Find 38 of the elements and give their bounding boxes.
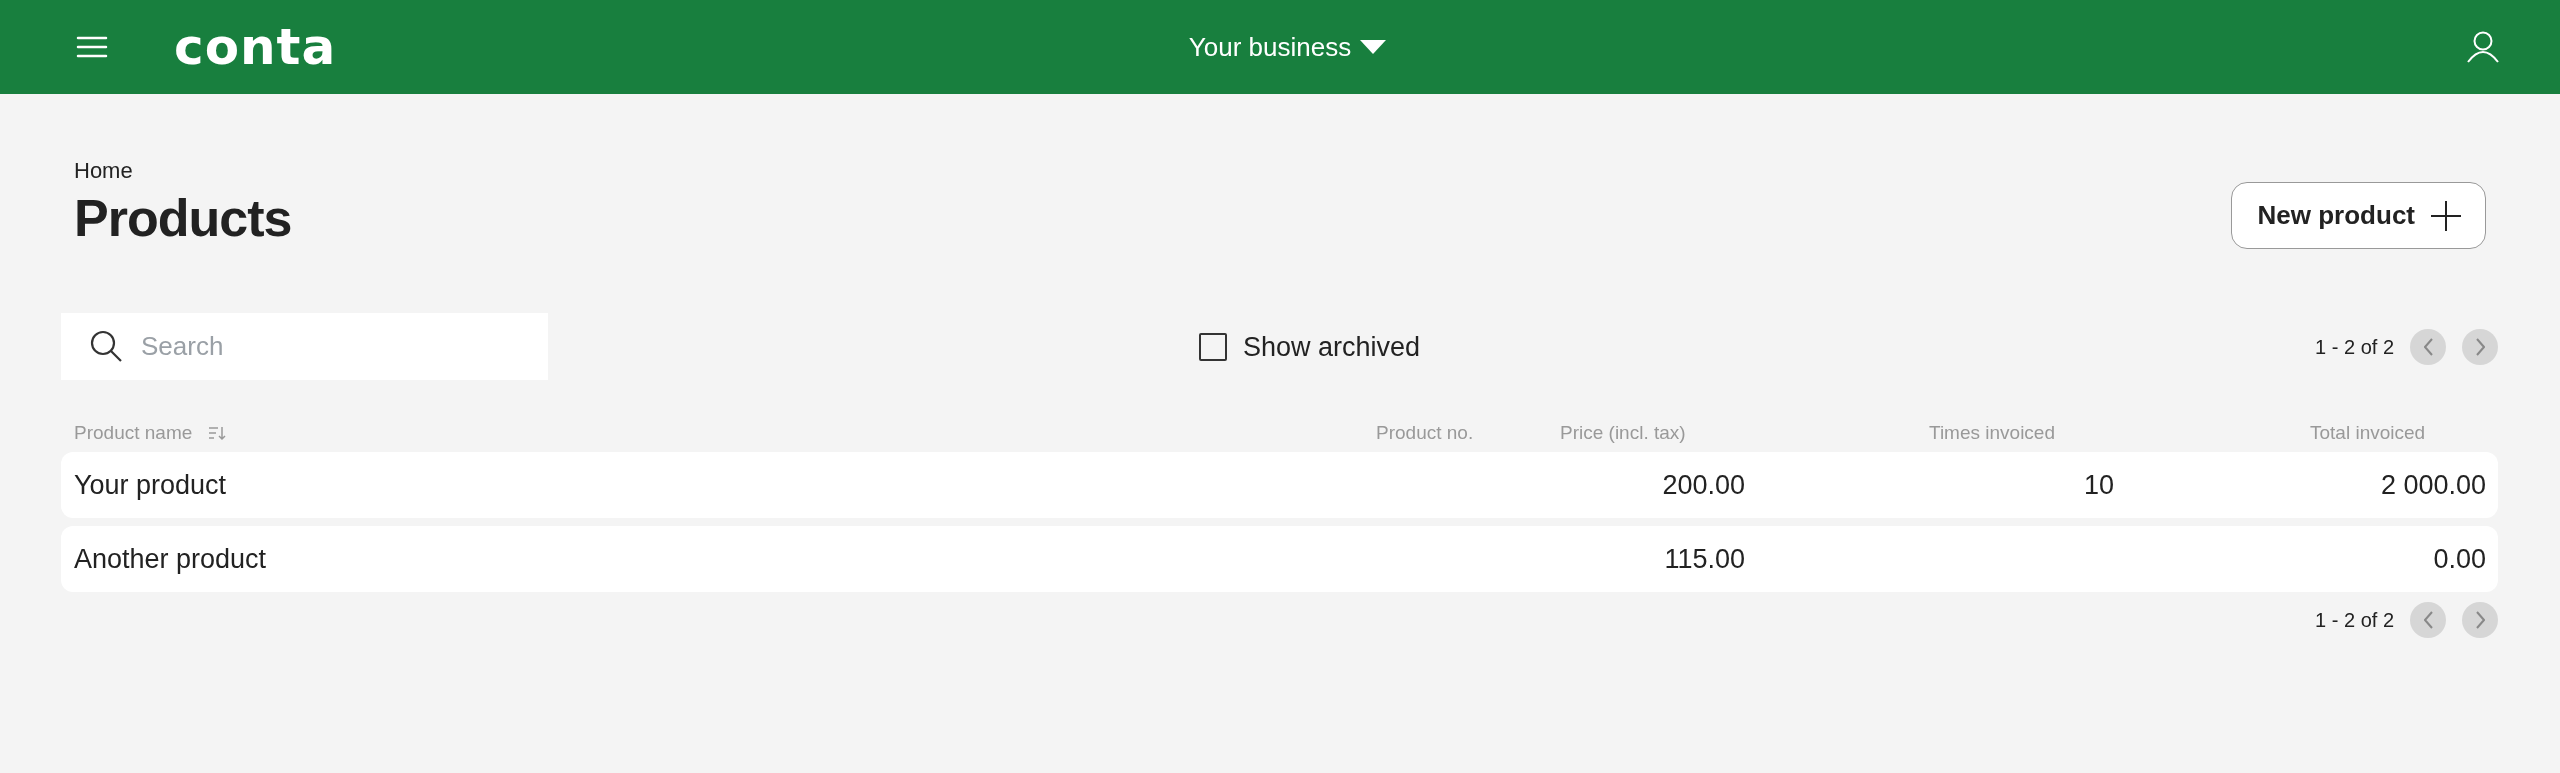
next-page-button[interactable]: [2462, 602, 2498, 639]
pagination-text: 1 - 2 of 2: [2315, 608, 2394, 634]
next-page-button[interactable]: [2462, 328, 2498, 365]
search-field[interactable]: Search: [61, 313, 548, 381]
caret-icon: [1359, 39, 1388, 55]
column-header[interactable]: Total invoiced: [2310, 419, 2486, 448]
plus-icon: [2431, 200, 2461, 231]
chevron-right-icon: [2475, 611, 2485, 630]
table-cell-text: 200.00: [1661, 469, 1745, 503]
table-cell-text: 10: [2082, 469, 2114, 503]
table-row[interactable]: Your product 200.00 10 2 000.00: [61, 452, 2498, 519]
breadcrumb-link[interactable]: Home: [74, 154, 133, 187]
table-cell-text: Your product: [74, 469, 228, 503]
user-icon[interactable]: [2466, 30, 2500, 64]
table-row[interactable]: Another product 115.00 0.00: [61, 526, 2498, 593]
logo[interactable]: conta: [174, 22, 337, 72]
column-header[interactable]: Price (incl. tax): [1560, 419, 1745, 448]
sort-icon[interactable]: [208, 425, 227, 442]
chevron-left-icon: [2423, 611, 2433, 630]
column-header[interactable]: Product no.: [1376, 419, 1560, 448]
business-dropdown[interactable]: Your business: [1188, 27, 1388, 67]
chevron-left-icon: [2423, 337, 2433, 356]
previous-page-button[interactable]: [2410, 328, 2446, 365]
page-title: Products: [74, 188, 292, 249]
pagination-text: 1 - 2 of 2: [2315, 334, 2394, 360]
table-cell-text: 2 000.00: [2379, 469, 2486, 503]
menu-icon[interactable]: [76, 35, 108, 59]
table-cell-text: Another product: [74, 543, 268, 577]
new-product-button[interactable]: New product: [2230, 182, 2486, 250]
table-cell-text: 0.00: [2432, 543, 2486, 577]
column-header[interactable]: Times invoiced: [1929, 419, 2114, 448]
checkbox[interactable]: [1198, 332, 1227, 361]
column-header[interactable]: Product name: [74, 419, 193, 448]
checkbox-label[interactable]: Show archived: [1242, 326, 1421, 368]
search-icon: [89, 329, 123, 364]
table-cell-text: 115.00: [1663, 543, 1745, 577]
chevron-right-icon: [2475, 337, 2485, 356]
previous-page-button[interactable]: [2410, 602, 2446, 639]
